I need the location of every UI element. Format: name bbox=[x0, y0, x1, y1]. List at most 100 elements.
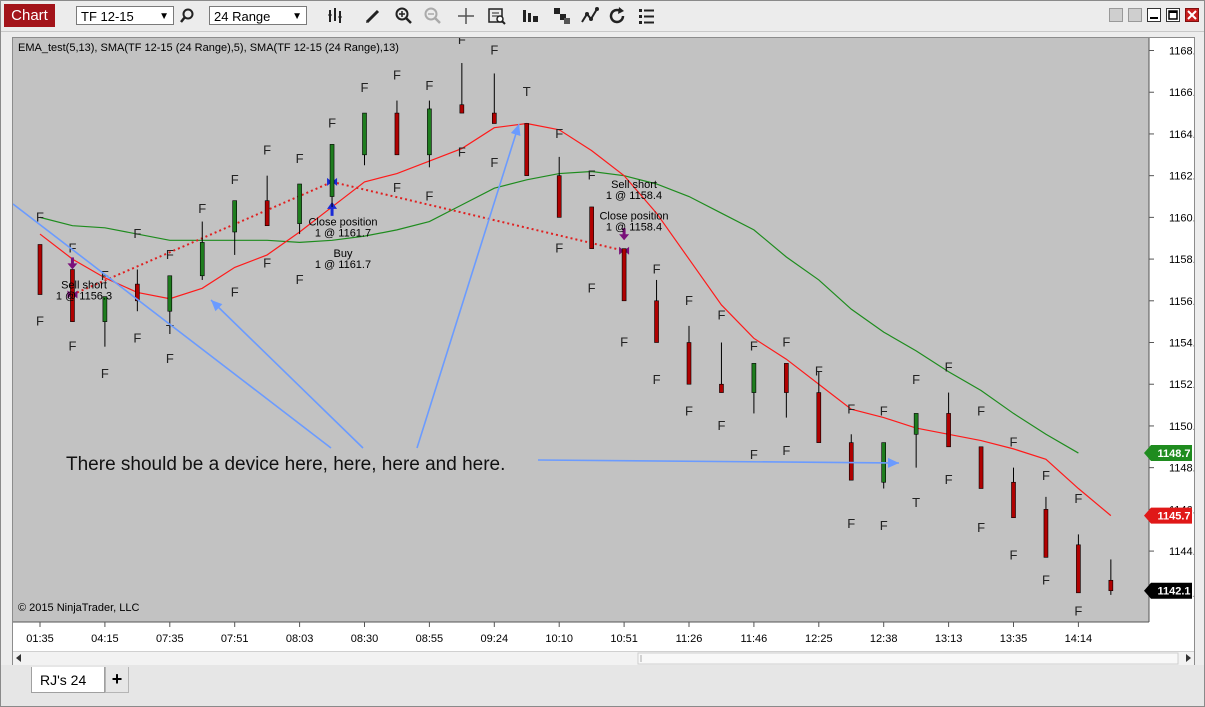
f-marker-label: F bbox=[425, 189, 433, 204]
add-tab-button[interactable]: + bbox=[105, 667, 129, 693]
f-marker-label: F bbox=[296, 151, 304, 166]
f-marker-label: F bbox=[68, 339, 76, 354]
f-marker-label: F bbox=[912, 372, 920, 387]
instrument-select[interactable]: TF 12-15 ▼ bbox=[76, 6, 174, 25]
copyright-text: © 2015 NinjaTrader, LLC bbox=[18, 602, 139, 614]
candle-down bbox=[1011, 481, 1016, 519]
candle-down bbox=[1043, 509, 1049, 558]
candle-down bbox=[394, 112, 400, 156]
annotation-text: There should be a device here, here, her… bbox=[66, 454, 505, 475]
trade-label: 1 @ 1158.4 bbox=[606, 221, 662, 233]
indicators-icon[interactable] bbox=[580, 6, 600, 26]
tile-button[interactable] bbox=[1128, 8, 1142, 22]
chart-trader-icon[interactable] bbox=[521, 6, 541, 26]
candle-down bbox=[978, 446, 984, 489]
candle-down bbox=[686, 342, 692, 385]
f-marker-label: F bbox=[133, 330, 141, 345]
x-tick-label: 07:51 bbox=[221, 633, 249, 645]
f-marker-label: F bbox=[490, 155, 498, 170]
chevron-down-icon: ▼ bbox=[159, 11, 169, 22]
trade-label: 1 @ 1156.3 bbox=[56, 290, 112, 302]
chart-legend: EMA_test(5,13), SMA(TF 12-15 (24 Range),… bbox=[18, 42, 399, 54]
candle-up bbox=[232, 200, 237, 233]
x-tick-label: 13:13 bbox=[935, 633, 963, 645]
x-tick-label: 08:03 bbox=[286, 633, 314, 645]
sell-arrow-icon bbox=[70, 257, 74, 265]
candle-up bbox=[427, 108, 432, 156]
x-tick-label: 04:15 bbox=[91, 633, 119, 645]
data-box-icon[interactable] bbox=[487, 6, 507, 26]
price-badge-label: 1145.7 bbox=[1157, 511, 1190, 523]
candle-down bbox=[719, 383, 724, 393]
x-tick-label: 01:35 bbox=[26, 633, 54, 645]
strategies-icon[interactable] bbox=[552, 6, 572, 26]
f-marker-label: F bbox=[166, 247, 174, 262]
zoom-out-icon[interactable] bbox=[423, 6, 443, 26]
maximize-button[interactable] bbox=[1166, 8, 1180, 22]
interval-select[interactable]: 24 Range ▼ bbox=[209, 6, 307, 25]
trade-label: 1 @ 1161.7 bbox=[315, 259, 371, 271]
zoom-in-icon[interactable] bbox=[394, 6, 414, 26]
crosshair-icon[interactable] bbox=[456, 6, 476, 26]
y-tick-label: 1166.0 bbox=[1169, 87, 1194, 99]
y-tick-label: 1158.0 bbox=[1169, 254, 1194, 266]
reload-icon[interactable] bbox=[608, 6, 628, 26]
t-marker-label: T bbox=[912, 495, 920, 510]
f-marker-label: F bbox=[847, 401, 855, 416]
tab-rjs-24[interactable]: RJ's 24 bbox=[31, 667, 105, 693]
minimize-button[interactable] bbox=[1147, 8, 1161, 22]
interval-value: 24 Range bbox=[214, 9, 271, 24]
candle-up bbox=[297, 183, 302, 224]
trade-label: 1 @ 1158.4 bbox=[606, 190, 662, 202]
search-icon[interactable] bbox=[178, 6, 198, 26]
f-marker-label: F bbox=[458, 145, 466, 160]
toolbar: Chart TF 12-15 ▼ 24 Range ▼ bbox=[1, 1, 1204, 32]
candle-down bbox=[459, 104, 465, 114]
f-marker-label: F bbox=[393, 68, 401, 83]
candle-down bbox=[816, 392, 822, 443]
close-button[interactable] bbox=[1185, 8, 1199, 22]
x-tick-label: 08:30 bbox=[351, 633, 379, 645]
f-marker-label: F bbox=[361, 80, 369, 95]
chart-tab[interactable]: Chart bbox=[4, 4, 55, 27]
f-marker-label: F bbox=[1042, 468, 1050, 483]
x-tick-label: 10:10 bbox=[545, 633, 573, 645]
f-marker-label: F bbox=[555, 241, 563, 256]
f-marker-label: F bbox=[296, 272, 304, 287]
instrument-value: TF 12-15 bbox=[81, 9, 134, 24]
x-tick-label: 11:46 bbox=[741, 633, 768, 645]
f-marker-label: F bbox=[977, 403, 985, 418]
f-marker-label: F bbox=[847, 516, 855, 531]
x-tick-label: 11:26 bbox=[676, 633, 703, 645]
horizontal-scrollbar[interactable] bbox=[13, 651, 1194, 665]
candle-up bbox=[329, 144, 335, 197]
f-marker-label: F bbox=[1074, 604, 1082, 619]
properties-icon[interactable] bbox=[637, 6, 657, 26]
trade-label: 1 @ 1161.7 bbox=[315, 228, 371, 240]
f-marker-label: F bbox=[782, 335, 790, 350]
x-tick-label: 13:35 bbox=[1000, 633, 1028, 645]
y-tick-label: 1156.0 bbox=[1169, 296, 1194, 308]
pencil-icon[interactable] bbox=[363, 6, 383, 26]
x-tick-label: 07:35 bbox=[156, 633, 184, 645]
candle-down bbox=[589, 206, 594, 249]
f-marker-label: F bbox=[231, 284, 239, 299]
y-tick-label: 1164.0 bbox=[1169, 129, 1194, 141]
bars-type-icon[interactable] bbox=[326, 6, 346, 26]
f-marker-label: F bbox=[977, 520, 985, 535]
candle-up bbox=[167, 275, 173, 312]
y-tick-label: 1148.0 bbox=[1169, 463, 1194, 475]
f-marker-label: F bbox=[717, 307, 725, 322]
candle-up bbox=[199, 242, 205, 277]
price-chart[interactable]: 1168.0 1166.0 1164.0 1162.0 1160.0 1158.0 1156… bbox=[13, 38, 1194, 650]
f-marker-label: F bbox=[1010, 547, 1018, 562]
f-marker-label: F bbox=[717, 418, 725, 433]
candle-down bbox=[524, 123, 530, 176]
candle-up bbox=[751, 363, 757, 393]
tile-button[interactable] bbox=[1109, 8, 1123, 22]
chevron-down-icon: ▼ bbox=[292, 11, 302, 22]
candle-up bbox=[913, 413, 919, 435]
f-marker-label: F bbox=[685, 293, 693, 308]
f-marker-label: F bbox=[458, 38, 466, 47]
f-marker-label: F bbox=[782, 443, 790, 458]
